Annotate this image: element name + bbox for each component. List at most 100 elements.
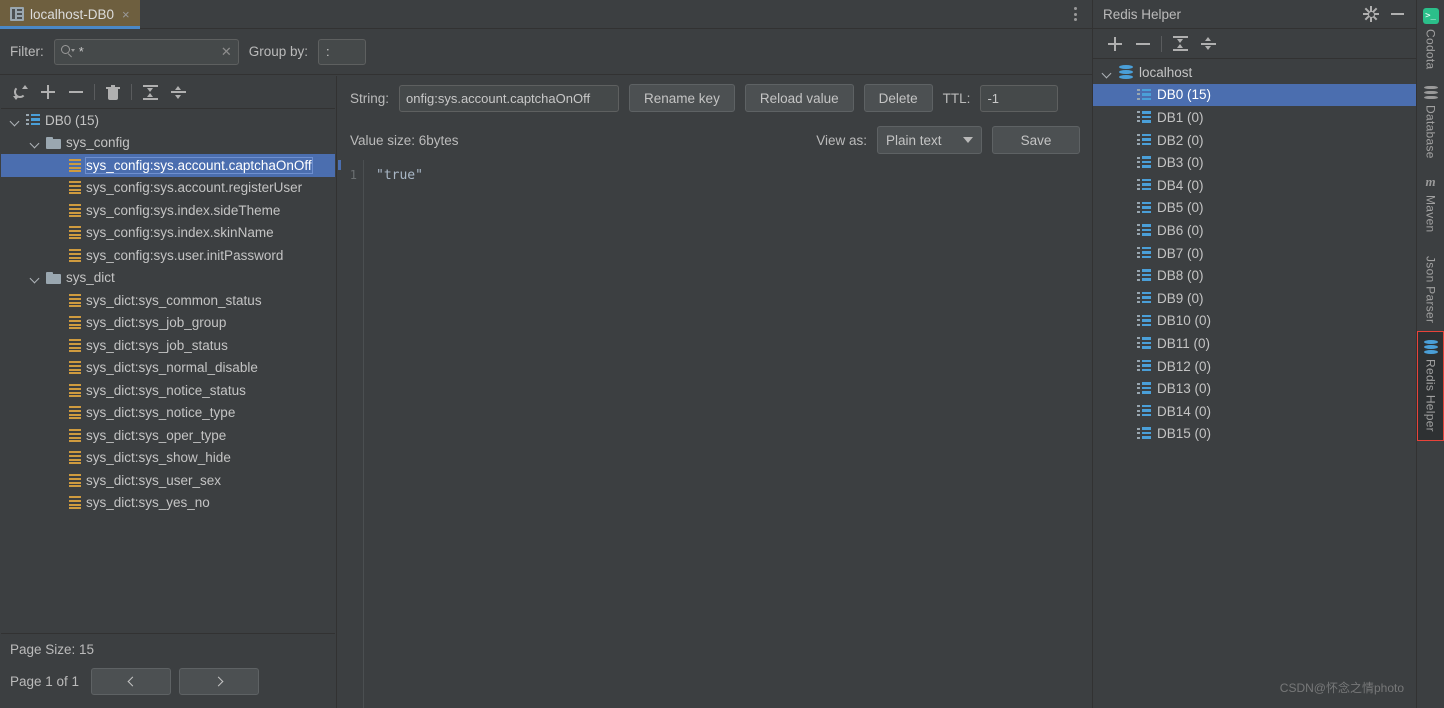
database-list-icon <box>1137 291 1151 305</box>
database-row[interactable]: DB11 (0) <box>1093 332 1416 355</box>
database-row[interactable]: DB14 (0) <box>1093 400 1416 423</box>
delete-key-button[interactable]: Delete <box>863 84 933 112</box>
ttl-input[interactable]: -1 <box>980 84 1059 112</box>
refresh-button[interactable] <box>6 79 34 105</box>
database-stack-icon <box>1423 85 1438 100</box>
database-label: DB1 (0) <box>1157 109 1204 125</box>
ttl-value: -1 <box>987 90 999 106</box>
key-name-input[interactable]: onfig:sys.account.captchaOnOff <box>399 84 620 112</box>
tree-key-label: sys_config:sys.index.skinName <box>86 225 274 241</box>
delete-button[interactable] <box>99 79 127 105</box>
tree-key-row[interactable]: sys_dict:sys_normal_disable <box>1 357 335 380</box>
database-row[interactable]: DB3 (0) <box>1093 151 1416 174</box>
database-row[interactable]: DB9 (0) <box>1093 287 1416 310</box>
tree-key-row[interactable]: sys_dict:sys_oper_type <box>1 424 335 447</box>
database-list-icon <box>1137 382 1151 396</box>
toolbar-divider <box>1161 35 1162 52</box>
minus-icon <box>1136 37 1150 51</box>
connection-tree[interactable]: localhost DB0 (15) DB1 (0) DB2 (0) DB3 (0) DB… <box>1093 59 1416 708</box>
database-row[interactable]: DB7 (0) <box>1093 242 1416 265</box>
database-label: DB3 (0) <box>1157 155 1204 171</box>
collapse-all-button[interactable] <box>1194 31 1222 57</box>
database-row[interactable]: DB5 (0) <box>1093 197 1416 220</box>
chevron-down-icon[interactable] <box>1101 66 1113 78</box>
tree-key-label: sys_config:sys.account.captchaOnOff <box>85 156 313 174</box>
group-by-input[interactable]: : <box>318 38 367 65</box>
database-row[interactable]: DB15 (0) <box>1093 423 1416 446</box>
tree-key-row[interactable]: sys_config:sys.index.sideTheme <box>1 199 335 222</box>
strip-tab-maven[interactable]: m Maven <box>1417 166 1444 241</box>
database-row[interactable]: DB12 (0) <box>1093 355 1416 378</box>
view-as-select[interactable]: Plain text <box>877 126 982 154</box>
tree-root-db[interactable]: DB0 (15) <box>1 109 335 132</box>
pager-row: Page 1 of 1 <box>10 668 326 695</box>
expand-all-button[interactable] <box>1166 31 1194 57</box>
remove-connection-button[interactable] <box>1129 31 1157 57</box>
tree-key-row[interactable]: sys_config:sys.index.skinName <box>1 222 335 245</box>
strip-tab-redis-helper[interactable]: Redis Helper <box>1417 331 1444 442</box>
tree-group-sys_config[interactable]: sys_config <box>1 132 335 155</box>
clear-filter-icon[interactable]: ✕ <box>221 44 232 60</box>
folder-icon <box>46 136 61 149</box>
search-icon[interactable] <box>60 45 75 58</box>
database-list-icon <box>1137 427 1151 441</box>
key-icon <box>69 496 81 510</box>
tool-window-strip: >_ Codota Database m Maven Json Parser Redis H… <box>1416 0 1444 708</box>
chevron-down-icon[interactable] <box>29 137 41 149</box>
remove-key-button[interactable] <box>62 79 90 105</box>
key-detail-panel: String: onfig:sys.account.captchaOnOff R… <box>338 76 1092 708</box>
tree-key-row[interactable]: sys_dict:sys_user_sex <box>1 469 335 492</box>
database-row[interactable]: DB4 (0) <box>1093 174 1416 197</box>
database-row[interactable]: DB1 (0) <box>1093 106 1416 129</box>
add-key-button[interactable] <box>34 79 62 105</box>
close-icon[interactable]: × <box>120 7 132 22</box>
strip-tab-label: Database <box>1423 104 1438 159</box>
tree-key-row[interactable]: sys_dict:sys_notice_type <box>1 402 335 425</box>
tree-key-row[interactable]: sys_dict:sys_notice_status <box>1 379 335 402</box>
more-vertical-icon[interactable] <box>1058 0 1092 28</box>
tree-key-row[interactable]: sys_dict:sys_yes_no <box>1 492 335 515</box>
tree-key-row[interactable]: sys_dict:sys_show_hide <box>1 447 335 470</box>
tree-key-row[interactable]: sys_config:sys.account.captchaOnOff <box>1 154 335 177</box>
tree-key-row[interactable]: sys_dict:sys_common_status <box>1 289 335 312</box>
database-table-icon <box>10 7 24 21</box>
rename-key-button[interactable]: Rename key <box>629 84 735 112</box>
expand-all-button[interactable] <box>136 79 164 105</box>
strip-tab-codota[interactable]: >_ Codota <box>1417 0 1444 78</box>
chevron-down-icon[interactable] <box>9 114 21 126</box>
value-editor[interactable]: 1 "true" <box>338 160 1092 708</box>
database-label: DB14 (0) <box>1157 403 1212 419</box>
tree-key-row[interactable]: sys_dict:sys_job_group <box>1 312 335 335</box>
tree-key-label: sys_dict:sys_oper_type <box>86 427 227 443</box>
filter-input[interactable]: * ✕ <box>53 38 239 65</box>
tree-key-row[interactable]: sys_config:sys.account.registerUser <box>1 177 335 200</box>
connection-root[interactable]: localhost <box>1093 61 1416 84</box>
chevron-down-icon[interactable] <box>29 272 41 284</box>
next-page-button[interactable] <box>179 668 260 695</box>
add-connection-button[interactable] <box>1101 31 1129 57</box>
tree-group-sys_dict[interactable]: sys_dict <box>1 267 335 290</box>
tree-key-label: sys_dict:sys_common_status <box>86 292 262 308</box>
database-row[interactable]: DB13 (0) <box>1093 377 1416 400</box>
prev-page-button[interactable] <box>91 668 172 695</box>
database-row[interactable]: DB0 (15) <box>1093 83 1416 107</box>
database-row[interactable]: DB6 (0) <box>1093 219 1416 242</box>
minimize-button[interactable] <box>1384 2 1410 26</box>
strip-tab-database[interactable]: Database <box>1417 78 1444 167</box>
collapse-all-button[interactable] <box>164 79 192 105</box>
editor-content[interactable]: "true" <box>364 160 1092 708</box>
tree-key-row[interactable]: sys_dict:sys_job_status <box>1 334 335 357</box>
key-type-label: String: <box>350 90 390 106</box>
database-row[interactable]: DB8 (0) <box>1093 264 1416 287</box>
settings-button[interactable] <box>1358 2 1384 26</box>
tab-localhost-db0[interactable]: localhost-DB0 × <box>0 0 140 29</box>
key-tree[interactable]: DB0 (15) sys_config sys_config:sys.account… <box>1 108 335 634</box>
database-row[interactable]: DB2 (0) <box>1093 129 1416 152</box>
save-button[interactable]: Save <box>992 126 1080 154</box>
reload-value-button[interactable]: Reload value <box>744 84 854 112</box>
tree-key-row[interactable]: sys_config:sys.user.initPassword <box>1 244 335 267</box>
database-row[interactable]: DB10 (0) <box>1093 310 1416 333</box>
view-as-label: View as: <box>816 132 867 148</box>
database-label: DB13 (0) <box>1157 381 1212 397</box>
strip-tab-json-parser[interactable]: Json Parser <box>1417 241 1444 331</box>
